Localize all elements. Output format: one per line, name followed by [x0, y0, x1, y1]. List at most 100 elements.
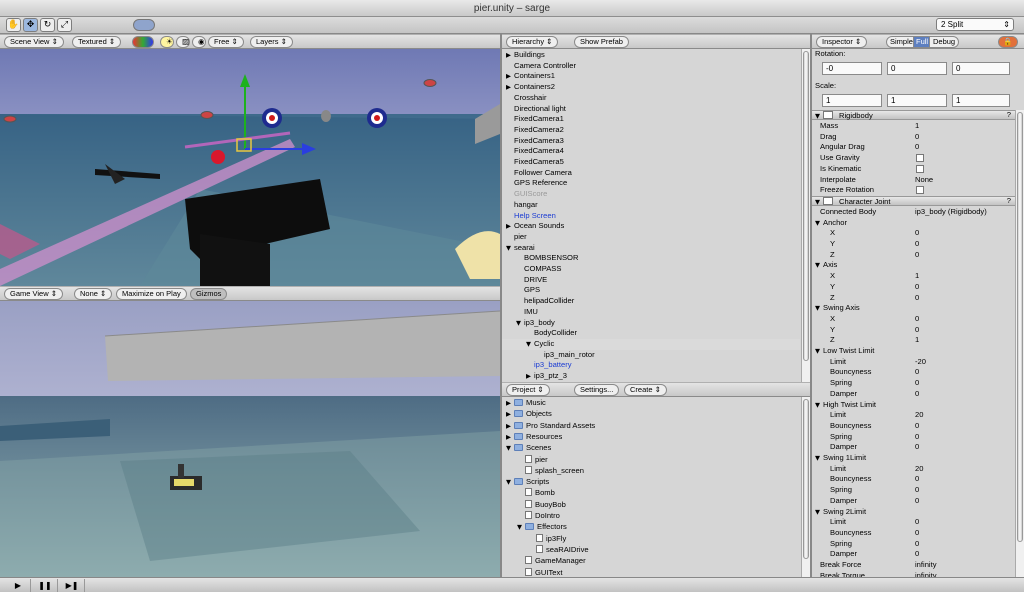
project-item[interactable]: BuoyBob [502, 499, 800, 511]
disclosure-triangle-icon[interactable]: ▼ [815, 260, 823, 271]
hierarchy-item[interactable]: Follower Camera [502, 168, 800, 179]
property-value[interactable]: 1 [915, 271, 919, 282]
hierarchy-item[interactable]: helipadCollider [502, 296, 800, 307]
property-value[interactable]: 20 [915, 464, 923, 475]
inspector-property-row[interactable]: ▼ Swing 2Limit [812, 507, 1024, 518]
project-item[interactable]: pier [502, 454, 800, 466]
scene-view-viewport[interactable] [0, 49, 500, 286]
property-value[interactable]: 0 [915, 389, 919, 400]
project-item[interactable]: GUIText [502, 567, 800, 578]
inspector-property-row[interactable]: Spring 0 [812, 432, 1024, 443]
property-value[interactable]: ip3_body (Rigidbody) [915, 207, 987, 218]
disclosure-triangle-icon[interactable]: ▼ [815, 218, 823, 229]
disclosure-triangle-icon[interactable]: ▼ [815, 453, 823, 464]
rotation-y-field[interactable]: 0 [887, 62, 947, 75]
inspector-tab[interactable]: Inspector ⇕ [816, 36, 868, 48]
gizmos-button[interactable]: Gizmos [190, 288, 228, 300]
hierarchy-item[interactable]: ▶ Containers1 [502, 71, 800, 82]
inspector-property-row[interactable]: Connected Body ip3_body (Rigidbody) [812, 207, 1024, 218]
inspector-property-row[interactable]: Y0 [812, 239, 1024, 250]
property-value[interactable]: 0 [915, 474, 919, 485]
disclosure-triangle-icon[interactable]: ▶ [506, 71, 514, 82]
inspector-property-row[interactable]: ▼ High Twist Limit [812, 400, 1024, 411]
property-checkbox[interactable] [916, 164, 924, 173]
inspector-property-row[interactable]: Z0 [812, 250, 1024, 261]
disclosure-triangle-icon[interactable]: ▼ [517, 522, 525, 533]
disclosure-triangle-icon[interactable]: ▼ [815, 507, 823, 518]
inspector-property-row[interactable]: Z1 [812, 335, 1024, 346]
hierarchy-item[interactable]: ▶ Containers2 [502, 82, 800, 93]
hierarchy-item[interactable]: Camera Controller [502, 61, 800, 72]
inspector-property-row[interactable]: X0 [812, 314, 1024, 325]
lighting-toggle-icon[interactable]: ☀ [160, 36, 174, 48]
hierarchy-tab[interactable]: Hierarchy ⇕ [506, 36, 559, 48]
project-item[interactable]: ▶ Pro Standard Assets [502, 421, 800, 432]
project-item[interactable]: Bomb [502, 488, 800, 499]
property-value[interactable]: 0 [915, 239, 919, 250]
disclosure-triangle-icon[interactable]: ▼ [815, 303, 823, 314]
property-value[interactable]: 0 [915, 549, 919, 560]
inspector-property-row[interactable]: ▼ Axis [812, 260, 1024, 271]
disclosure-triangle-icon[interactable]: ▼ [506, 443, 514, 454]
property-value[interactable]: 0 [915, 228, 919, 239]
inspector-property-row[interactable]: Y0 [812, 282, 1024, 293]
hierarchy-item[interactable]: FixedCamera2 [502, 125, 800, 136]
scale-y-field[interactable]: 1 [887, 94, 947, 107]
scale-x-field[interactable]: 1 [822, 94, 882, 107]
hierarchy-item[interactable]: FixedCamera5 [502, 157, 800, 168]
property-value[interactable]: 0 [915, 132, 919, 143]
inspector-property-row[interactable]: Spring 0 [812, 485, 1024, 496]
hierarchy-scrollbar[interactable] [801, 49, 810, 382]
project-item[interactable]: ▼ Scripts [502, 477, 800, 488]
hierarchy-item[interactable]: ip3_main_rotor [502, 350, 800, 361]
inspector-property-row[interactable]: ▼ Swing 1Limit [812, 453, 1024, 464]
rotation-x-field[interactable]: -0 [822, 62, 882, 75]
project-tab[interactable]: Project ⇕ [506, 384, 550, 396]
project-item[interactable]: ▶ Music [502, 398, 800, 409]
property-value[interactable]: 0 [915, 517, 919, 528]
property-value[interactable]: 0 [915, 282, 919, 293]
help-icon[interactable]: ? [1007, 196, 1011, 205]
project-item[interactable]: GameManager [502, 556, 800, 567]
inspector-property-row[interactable]: X0 [812, 228, 1024, 239]
hierarchy-item[interactable]: FixedCamera1 [502, 114, 800, 125]
rotation-z-field[interactable]: 0 [952, 62, 1010, 75]
hierarchy-item[interactable]: Help Screen [502, 211, 800, 222]
inspector-property-row[interactable]: ▼ Low Twist Limit [812, 346, 1024, 357]
inspector-property-row[interactable]: Bouncyness 0 [812, 367, 1024, 378]
move-tool-icon[interactable]: ✥ [23, 18, 38, 32]
inspector-property-row[interactable]: Drag 0 [812, 132, 1024, 143]
rigidbody-component-header[interactable]: ▼Rigidbody?⚙ [812, 110, 1024, 120]
inspector-property-row[interactable]: Use Gravity [812, 153, 1024, 164]
hierarchy-item[interactable]: GUIScore [502, 189, 800, 200]
hierarchy-item[interactable]: ▼ ip3_body [502, 318, 800, 329]
inspector-property-row[interactable]: Spring 0 [812, 378, 1024, 389]
disclosure-triangle-icon[interactable]: ▶ [506, 50, 514, 61]
disclosure-triangle-icon[interactable]: ▼ [506, 477, 514, 488]
disclosure-triangle-icon[interactable]: ▼ [506, 243, 514, 254]
inspector-property-row[interactable]: Spring 0 [812, 539, 1024, 550]
inspector-property-row[interactable]: Mass 1 [812, 121, 1024, 132]
audio-toggle-icon[interactable]: ◉ [192, 36, 206, 48]
project-item[interactable]: ip3Fly [502, 533, 800, 545]
project-scrollbar[interactable] [801, 397, 810, 577]
layout-select[interactable]: 2 Split ⇕ [936, 18, 1014, 31]
disclosure-triangle-icon[interactable]: ▼ [815, 112, 823, 120]
inspector-property-row[interactable]: X1 [812, 271, 1024, 282]
scale-z-field[interactable]: 1 [952, 94, 1010, 107]
lock-icon[interactable]: 🔒 [998, 36, 1018, 48]
image-toggle-icon[interactable]: ▨ [176, 36, 190, 48]
hierarchy-item[interactable]: GPS Reference [502, 178, 800, 189]
disclosure-triangle-icon[interactable]: ▼ [815, 346, 823, 357]
project-item[interactable]: ▼ Effectors [502, 522, 800, 533]
render-mode-select[interactable]: Textured ⇕ [72, 36, 122, 48]
settings-button[interactable]: Settings... [574, 384, 620, 396]
property-value[interactable]: 0 [915, 378, 919, 389]
inspector-property-row[interactable]: ▼ Anchor [812, 218, 1024, 229]
inspector-property-row[interactable]: Limit 20 [812, 464, 1024, 475]
property-value[interactable]: 0 [915, 250, 919, 261]
property-value[interactable]: 0 [915, 539, 919, 550]
property-value[interactable]: None [915, 175, 933, 186]
aspect-select[interactable]: None ⇕ [74, 288, 113, 300]
property-value[interactable]: 0 [915, 432, 919, 443]
